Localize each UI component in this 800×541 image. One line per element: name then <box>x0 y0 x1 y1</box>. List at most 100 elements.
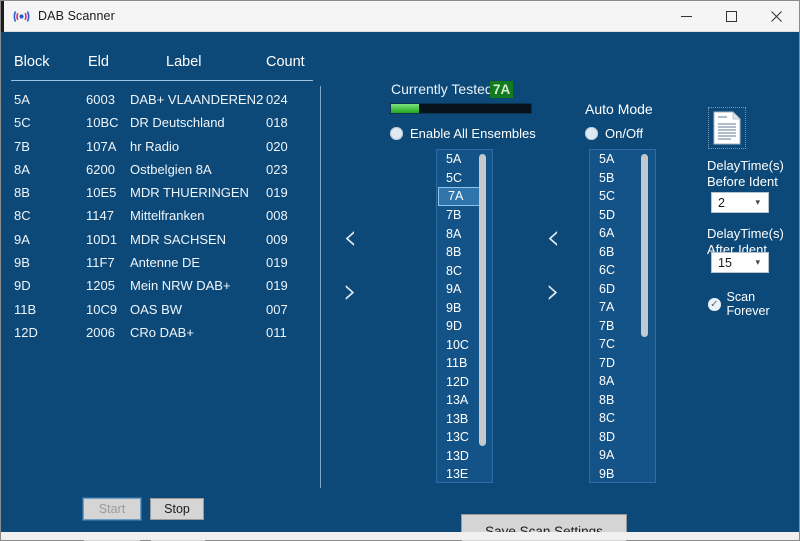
table-row[interactable]: 12D 2006 CRo DAB+ 011 <box>11 325 316 348</box>
cell-eid: 10E5 <box>86 185 117 201</box>
list-item[interactable]: 9A <box>590 446 655 465</box>
cell-block: 11B <box>14 301 37 317</box>
window-title: DAB Scanner <box>38 9 115 23</box>
auto-mode-onoff-toggle[interactable]: On/Off <box>585 126 643 141</box>
selected-ensembles-listbox[interactable]: 5A 5C 7A 7B 8A 8B 8C 9A 9B 9D 10C 11B 12D 13A 13B 13C 13… <box>436 149 493 483</box>
start-button[interactable]: Start <box>82 497 142 521</box>
table-row[interactable]: 5C 10BC DR Deutschland 018 <box>11 115 316 138</box>
radio-icon <box>585 127 598 140</box>
delay-before-ident-label: DelayTime(s) Before Ident <box>707 158 784 190</box>
scan-forever-label: Scan Forever <box>726 290 770 318</box>
move-right-button-1[interactable]: › <box>343 274 357 310</box>
scan-progress-fill <box>391 104 419 113</box>
window-controls <box>664 1 799 32</box>
cell-count: 019 <box>266 185 288 201</box>
move-left-button-1[interactable]: ‹ <box>343 220 357 256</box>
cell-count: 024 <box>266 92 288 107</box>
delay-before-ident-select[interactable]: 2 ▾ <box>711 192 769 213</box>
cell-eid: 6200 <box>86 161 115 177</box>
cell-count: 019 <box>266 255 288 271</box>
delay-before-ident-value: 2 <box>718 195 725 210</box>
table-row[interactable]: 9D 1205 Mein NRW DAB+ 019 <box>11 278 316 301</box>
list-item[interactable]: 13D <box>437 447 492 466</box>
ensemble-table-header: Block Eld Label Count <box>11 54 311 80</box>
column-header-count: Count <box>266 54 305 70</box>
enable-all-ensembles-toggle[interactable]: Enable All Ensembles <box>390 126 536 141</box>
cell-count: 007 <box>266 301 288 317</box>
cell-eid: 10D1 <box>86 231 118 247</box>
title-bar: DAB Scanner <box>1 1 799 32</box>
list-item[interactable]: 9B <box>590 465 655 483</box>
delay-before-ident-label-line2: Before Ident <box>707 174 778 189</box>
list-item[interactable]: 8D <box>590 428 655 447</box>
list-item[interactable]: 13E <box>437 465 492 482</box>
table-row[interactable]: 11B 10C9 OAS BW 007 <box>11 302 316 325</box>
enable-all-ensembles-label: Enable All Ensembles <box>410 126 536 141</box>
vertical-divider <box>320 86 321 488</box>
scrollbar-thumb[interactable] <box>479 154 486 446</box>
cell-count: 009 <box>266 231 288 247</box>
dab-scanner-window: DAB Scanner Block Eld Label Count 5A 6003… <box>0 0 800 541</box>
table-row[interactable]: 5A 6003 DAB+ VLAANDEREN2 024 <box>11 92 316 115</box>
cell-label: hr Radio <box>130 138 180 154</box>
close-button[interactable] <box>754 1 799 32</box>
list-item[interactable]: 7A <box>438 187 483 206</box>
cell-label: Ostbelgien 8A <box>130 161 212 177</box>
delay-before-ident-label-line1: DelayTime(s) <box>707 158 784 173</box>
ensemble-table-body: 5A 6003 DAB+ VLAANDEREN2 024 5C 10BC DR Deutsc… <box>11 92 316 348</box>
chevron-down-icon: ▾ <box>755 257 760 267</box>
cell-block: 9B <box>14 255 30 271</box>
cell-block: 12D <box>14 324 38 340</box>
table-row[interactable]: 9A 10D1 MDR SACHSEN 009 <box>11 232 316 255</box>
title-bar-accent <box>1 1 4 32</box>
cell-count: 020 <box>266 138 288 154</box>
stop-button[interactable]: Stop <box>150 498 204 520</box>
cell-label: DR Deutschland <box>130 115 225 131</box>
table-row[interactable]: 7B 107A hr Radio 020 <box>11 139 316 162</box>
check-icon: ✓ <box>708 297 721 311</box>
cell-label: Mittelfranken <box>130 208 205 224</box>
main-content: Block Eld Label Count 5A 6003 DAB+ VLAANDE… <box>1 32 799 541</box>
cell-count: 018 <box>266 115 288 131</box>
scan-forever-checkbox[interactable]: ✓ Scan Forever <box>708 290 799 318</box>
available-ensembles-listbox[interactable]: 5A 5B 5C 5D 6A 6B 6C 6D 7A 7B 7C 7D 8A 8B 8C 8D 9A 9B <box>589 149 656 483</box>
delay-after-ident-select[interactable]: 15 ▾ <box>711 252 769 273</box>
move-right-button-2[interactable]: › <box>546 274 560 310</box>
cell-label: CRo DAB+ <box>130 324 194 340</box>
scrollbar-thumb[interactable] <box>641 154 648 337</box>
list-item[interactable]: 8C <box>590 409 655 428</box>
cell-count: 023 <box>266 161 288 177</box>
cell-count: 011 <box>266 324 287 340</box>
cell-eid: 11F7 <box>86 255 115 271</box>
column-header-label: Label <box>166 54 202 70</box>
currently-tested-value: 7A <box>490 81 514 98</box>
cell-count: 019 <box>266 278 288 294</box>
delay-after-ident-label-line1: DelayTime(s) <box>707 226 784 241</box>
broadcast-antenna-icon <box>12 7 30 25</box>
table-row[interactable]: 8B 10E5 MDR THUERINGEN 019 <box>11 185 316 208</box>
maximize-button[interactable] <box>709 1 754 32</box>
cell-block: 8A <box>14 161 30 177</box>
chevron-down-icon: ▾ <box>755 197 760 207</box>
minimize-button[interactable] <box>664 1 709 32</box>
table-row[interactable]: 8C 1147 Mittelfranken 008 <box>11 208 316 231</box>
cell-label: OAS BW <box>130 301 183 317</box>
table-row[interactable]: 8A 6200 Ostbelgien 8A 023 <box>11 162 316 185</box>
list-item[interactable]: 7D <box>590 354 655 373</box>
cell-block: 9A <box>14 231 30 247</box>
cell-block: 8C <box>14 208 31 224</box>
window-bottom-strip <box>1 532 799 540</box>
cell-eid: 6003 <box>86 92 115 107</box>
currently-tested-label: Currently Tested <box>391 81 493 97</box>
cell-label: MDR SACHSEN <box>130 231 227 247</box>
list-item[interactable]: 8B <box>590 391 655 410</box>
cell-eid: 1147 <box>86 208 114 224</box>
column-header-block: Block <box>14 54 50 70</box>
document-icon[interactable] <box>708 107 746 149</box>
list-item[interactable]: 8A <box>590 372 655 391</box>
list-item[interactable]: 7C <box>590 335 655 354</box>
move-left-button-2[interactable]: ‹ <box>546 220 560 256</box>
delay-after-ident-value: 15 <box>718 255 732 270</box>
cell-block: 5A <box>14 92 30 107</box>
table-row[interactable]: 9B 11F7 Antenne DE 019 <box>11 255 316 278</box>
